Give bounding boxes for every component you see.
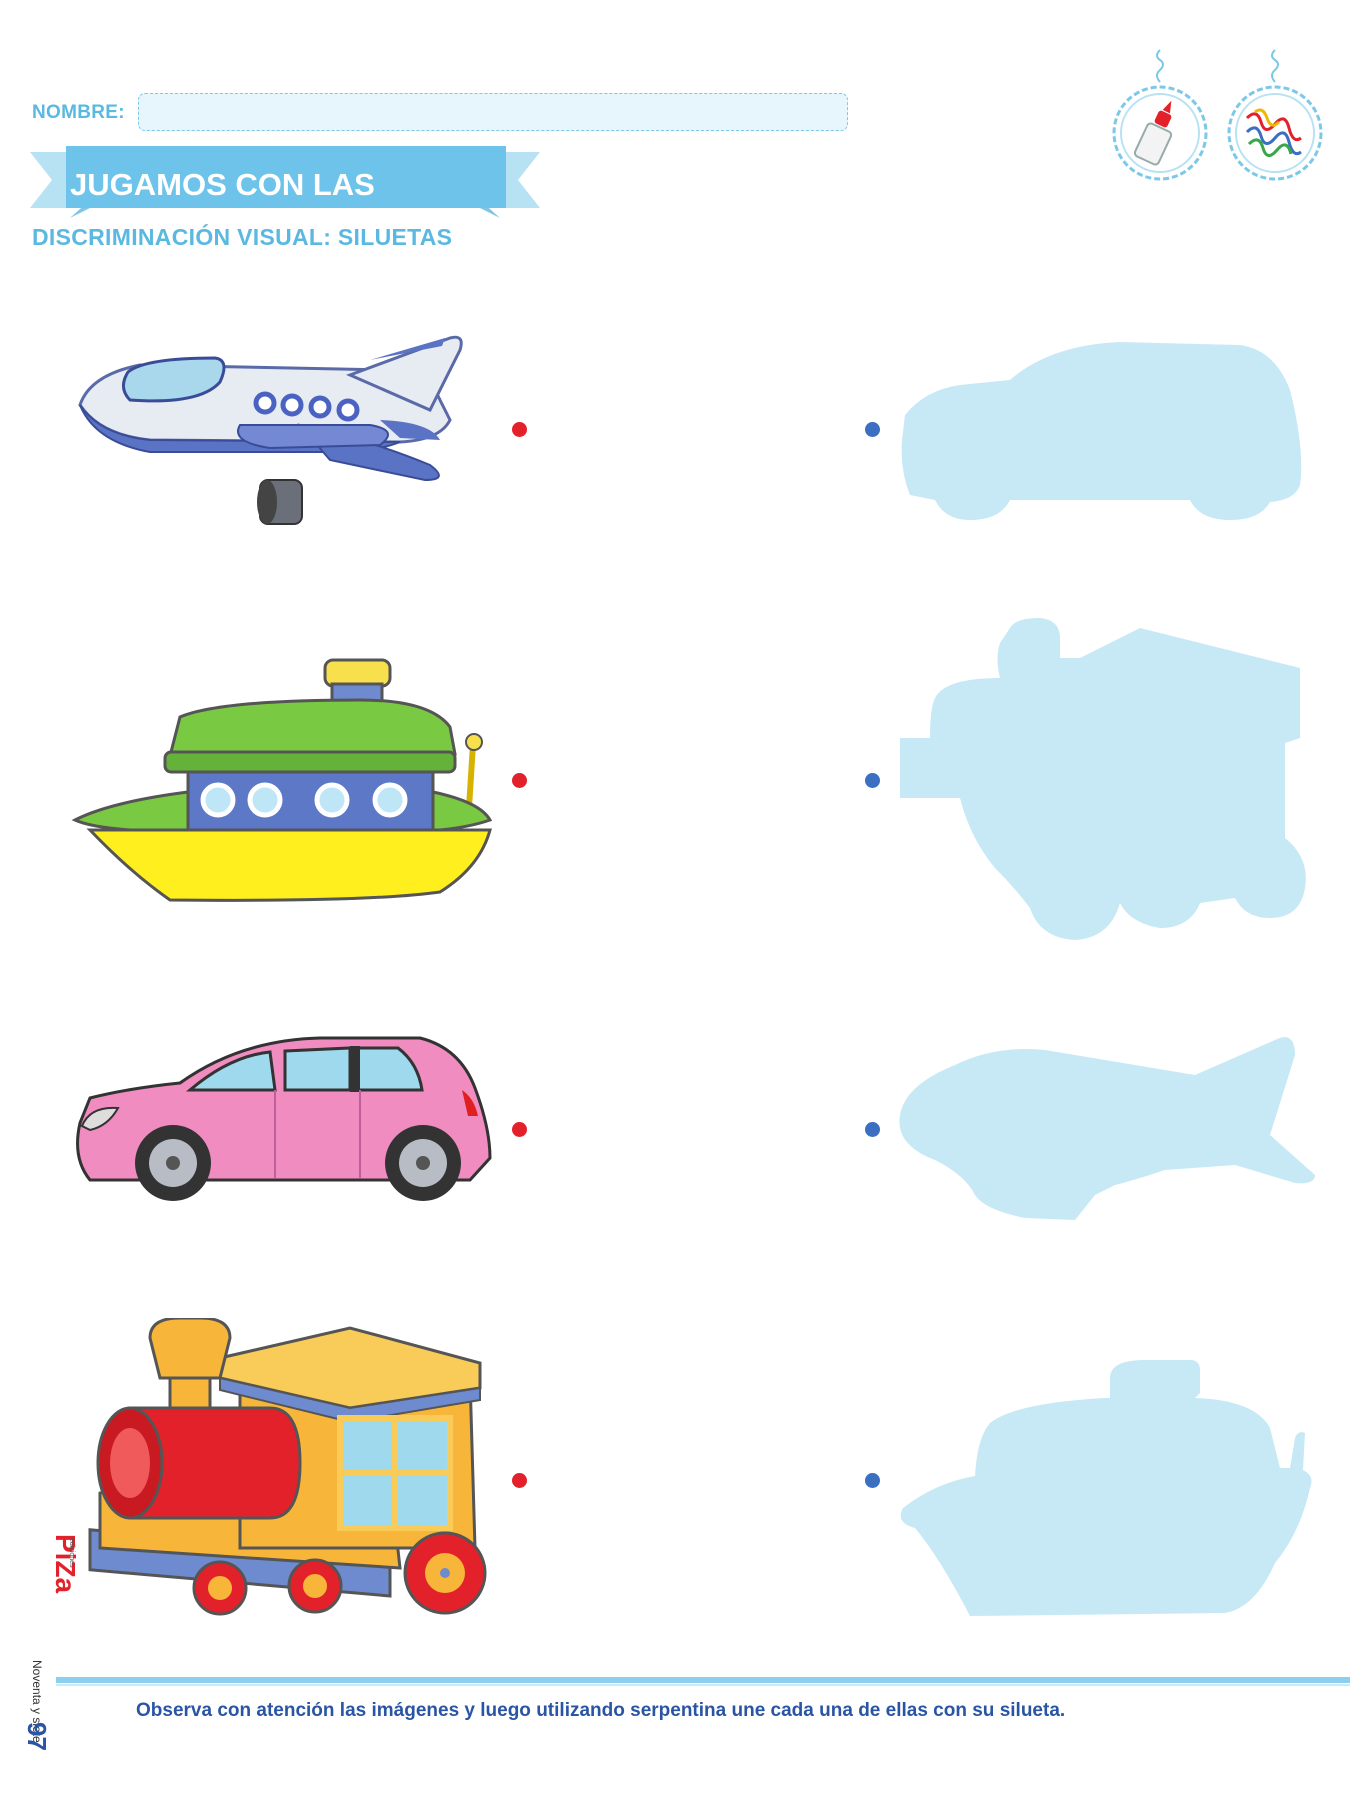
airplane-icon — [78, 335, 463, 525]
right-dot-1[interactable] — [865, 422, 880, 437]
left-dot-4[interactable] — [512, 1473, 527, 1488]
left-dot-1[interactable] — [512, 422, 527, 437]
left-dot-2[interactable] — [512, 773, 527, 788]
name-label: NOMBRE: — [32, 102, 125, 123]
boat-icon — [71, 658, 493, 902]
svg-text:ediciones: ediciones — [68, 1538, 75, 1568]
streamer-icon — [1227, 49, 1323, 181]
boat-silhouette-icon — [900, 1360, 1312, 1616]
left-dot-3[interactable] — [512, 1122, 527, 1137]
train-icon — [88, 1318, 487, 1616]
page-title: JUGAMOS CON LAS SOMBRAS — [70, 167, 375, 258]
page-number: 97 — [22, 1722, 52, 1751]
footer-divider — [56, 1677, 1350, 1683]
right-dot-3[interactable] — [865, 1122, 880, 1137]
airplane-silhouette-icon — [899, 1037, 1315, 1220]
instruction-text: Observa con atención las imágenes y lueg… — [136, 1700, 1066, 1721]
right-dot-2[interactable] — [865, 773, 880, 788]
glue-bottle-icon — [1112, 49, 1208, 181]
train-silhouette-icon — [900, 618, 1306, 940]
footer-divider-shadow — [56, 1684, 1350, 1686]
car-silhouette-icon — [901, 342, 1302, 520]
name-field[interactable] — [138, 93, 848, 131]
publisher-logo: PiZa ediciones — [34, 1530, 78, 1606]
car-icon — [76, 1036, 492, 1201]
page-subtitle: DISCRIMINACIÓN VISUAL: SILUETAS — [32, 224, 453, 250]
right-dot-4[interactable] — [865, 1473, 880, 1488]
